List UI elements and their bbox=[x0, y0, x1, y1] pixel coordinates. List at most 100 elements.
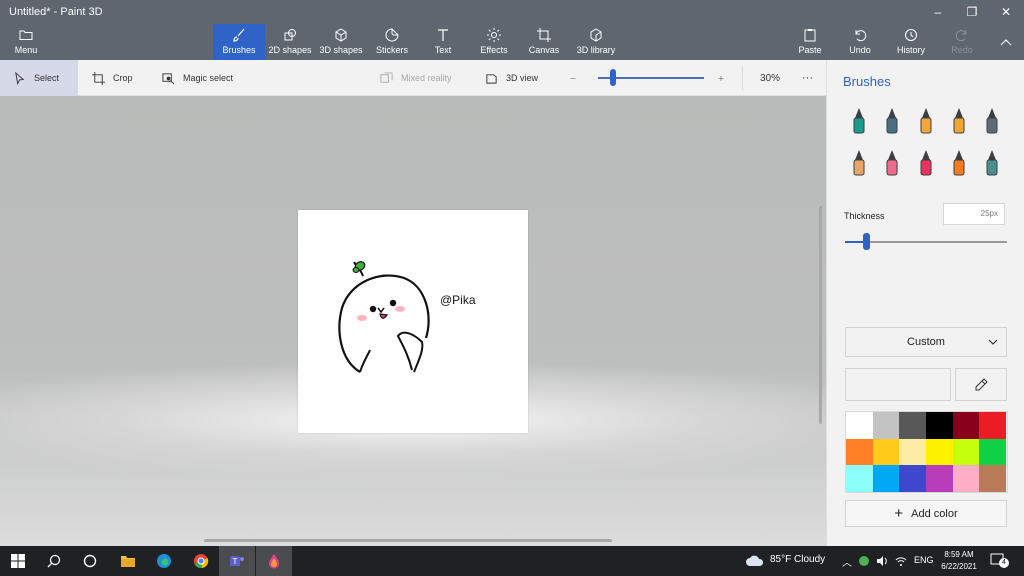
undo-button[interactable]: Undo bbox=[844, 24, 876, 60]
zoom-out-button[interactable] bbox=[570, 60, 584, 96]
crop-label: Crop bbox=[113, 73, 133, 83]
collapse-ribbon-button[interactable] bbox=[994, 24, 1018, 60]
start-button[interactable] bbox=[0, 546, 36, 576]
tab-effects[interactable]: Effects bbox=[474, 24, 514, 60]
clock[interactable]: 8:59 AM 6/22/2021 bbox=[933, 549, 985, 573]
search-button[interactable] bbox=[36, 546, 72, 576]
3d-view-button[interactable]: 3D view bbox=[485, 60, 538, 96]
color-swatch[interactable] bbox=[872, 438, 900, 466]
color-swatch[interactable] bbox=[899, 465, 927, 493]
mixed-reality-icon bbox=[380, 71, 393, 83]
color-swatch[interactable] bbox=[952, 412, 980, 439]
brush-crayon-button[interactable] bbox=[916, 148, 936, 178]
eraser-icon bbox=[886, 150, 898, 176]
color-swatch[interactable] bbox=[846, 465, 873, 493]
history-button[interactable]: History bbox=[893, 24, 929, 60]
color-swatch[interactable] bbox=[872, 412, 900, 439]
action-center-button[interactable]: 4 bbox=[990, 553, 1009, 568]
magic-select-button[interactable]: Magic select bbox=[162, 60, 233, 96]
tab-text[interactable]: Text bbox=[424, 24, 462, 60]
wifi-icon[interactable] bbox=[895, 555, 907, 567]
tab-stickers[interactable]: Stickers bbox=[370, 24, 414, 60]
color-swatch[interactable] bbox=[872, 465, 900, 493]
brush-fill-button[interactable] bbox=[982, 148, 1002, 178]
language-indicator[interactable]: ENG bbox=[914, 555, 934, 565]
more-options-button[interactable]: ··· bbox=[802, 60, 813, 96]
brush-pencil-button[interactable] bbox=[849, 148, 869, 178]
ribbon: Untitled* - Paint 3D – ❐ ✕ Menu Brushes … bbox=[0, 0, 1024, 60]
file-explorer-button[interactable] bbox=[110, 546, 146, 576]
color-swatch[interactable] bbox=[899, 438, 927, 466]
eyedropper-icon bbox=[975, 377, 988, 390]
add-color-button[interactable]: + Add color bbox=[845, 500, 1007, 527]
brush-eraser-button[interactable] bbox=[882, 148, 902, 178]
canvas-icon bbox=[537, 28, 551, 42]
teams-button[interactable]: T bbox=[219, 546, 255, 576]
svg-text:T: T bbox=[232, 557, 238, 566]
color-swatch[interactable] bbox=[926, 438, 953, 466]
drawing-canvas[interactable]: @Pika bbox=[298, 210, 528, 433]
color-swatch[interactable] bbox=[926, 465, 953, 493]
history-label: History bbox=[896, 45, 925, 55]
tool-options-bar: Select Crop Magic select Mixed reality 3… bbox=[0, 60, 826, 96]
close-button[interactable]: ✕ bbox=[990, 2, 1022, 22]
thickness-input[interactable]: 25px bbox=[943, 203, 1005, 225]
zoom-percent[interactable]: 30% bbox=[760, 60, 780, 96]
brush-oil-brush-button[interactable] bbox=[916, 106, 936, 136]
tab-label: Text bbox=[434, 45, 452, 55]
color-swatch[interactable] bbox=[926, 412, 953, 439]
crop-button[interactable]: Crop bbox=[90, 60, 133, 96]
color-swatch[interactable] bbox=[846, 438, 873, 466]
tab-2d-shapes[interactable]: 2D shapes bbox=[266, 24, 314, 60]
brush-pixel-pen-button[interactable] bbox=[982, 106, 1002, 136]
add-color-label: Add color bbox=[911, 507, 958, 520]
color-swatch[interactable] bbox=[846, 412, 873, 439]
volume-icon[interactable] bbox=[876, 555, 888, 567]
zoom-slider[interactable] bbox=[598, 60, 706, 96]
window-title: Untitled* - Paint 3D bbox=[9, 6, 103, 18]
color-swatch[interactable] bbox=[899, 412, 927, 439]
canvas-text: @Pika bbox=[440, 293, 476, 307]
brush-watercolor-button[interactable] bbox=[949, 106, 969, 136]
horizontal-scrollbar[interactable] bbox=[204, 539, 612, 542]
paint-3d-button[interactable] bbox=[256, 546, 292, 576]
select-button[interactable]: Select bbox=[0, 60, 78, 96]
task-view-button[interactable] bbox=[72, 546, 108, 576]
show-hidden-icons-chevron-icon[interactable]: ︿ bbox=[842, 554, 852, 569]
tab-label: Canvas bbox=[528, 45, 560, 55]
maximize-button[interactable]: ❐ bbox=[956, 2, 988, 22]
brush-calligraphy-pen-button[interactable] bbox=[882, 106, 902, 136]
edge-button[interactable] bbox=[146, 546, 182, 576]
eyedropper-button[interactable] bbox=[955, 368, 1007, 401]
mixed-reality-button[interactable]: Mixed reality bbox=[380, 60, 452, 96]
chrome-button[interactable] bbox=[183, 546, 219, 576]
color-swatch[interactable] bbox=[979, 438, 1007, 466]
tab-3d-shapes[interactable]: 3D shapes bbox=[318, 24, 364, 60]
brush-spray-can-button[interactable] bbox=[949, 148, 969, 178]
color-swatch[interactable] bbox=[952, 465, 980, 493]
tab-brushes[interactable]: Brushes bbox=[213, 24, 265, 60]
zoom-in-button[interactable] bbox=[718, 60, 732, 96]
menu-button[interactable]: Menu bbox=[4, 24, 48, 60]
tab-3d-library[interactable]: 3D library bbox=[572, 24, 620, 60]
thickness-slider-thumb[interactable] bbox=[863, 233, 870, 250]
plus-icon: + bbox=[894, 505, 904, 522]
minimize-button[interactable]: – bbox=[922, 2, 954, 22]
color-swatch[interactable] bbox=[979, 465, 1007, 493]
paste-button[interactable]: Paste bbox=[794, 24, 826, 60]
vertical-scrollbar[interactable] bbox=[819, 206, 822, 424]
color-swatch[interactable] bbox=[979, 412, 1007, 439]
tab-canvas[interactable]: Canvas bbox=[524, 24, 564, 60]
redo-button[interactable]: Redo bbox=[948, 24, 976, 60]
weather-widget[interactable]: 85°F Cloudy bbox=[770, 554, 825, 565]
tab-label: Effects bbox=[480, 45, 508, 55]
color-swatch[interactable] bbox=[952, 438, 980, 466]
current-color-swatch[interactable] bbox=[845, 368, 951, 401]
redo-icon bbox=[955, 30, 967, 42]
network-status-icon[interactable] bbox=[858, 555, 870, 567]
spray-can-icon bbox=[953, 150, 965, 176]
zoom-slider-thumb[interactable] bbox=[610, 69, 616, 86]
text-icon bbox=[438, 29, 448, 41]
color-mode-dropdown[interactable]: Custom bbox=[845, 327, 1007, 357]
brush-marker-button[interactable] bbox=[849, 106, 869, 136]
